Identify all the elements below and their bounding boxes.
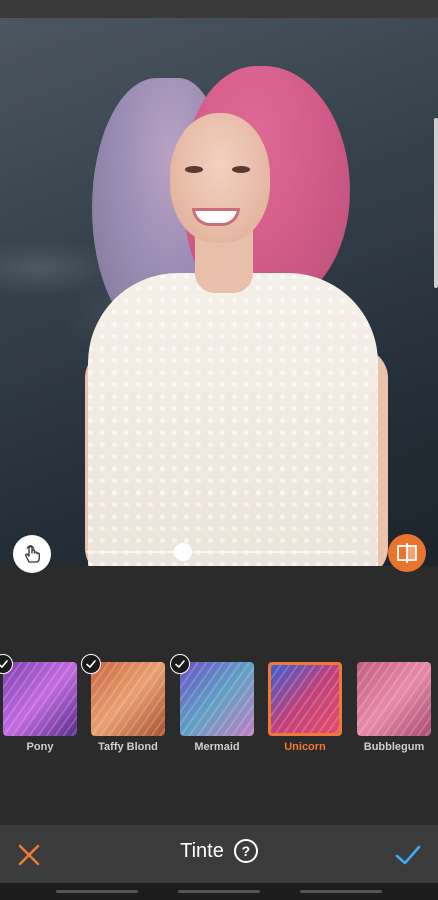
- swatch-item-pony[interactable]: Pony: [0, 654, 77, 753]
- swatch-thumbnail[interactable]: [268, 662, 342, 736]
- applied-check-icon: [0, 654, 13, 674]
- swatch-label: Mermaid: [194, 741, 240, 753]
- screen-title: Tinte: [180, 839, 224, 862]
- swatch-item-unicorn[interactable]: Unicorn: [268, 662, 342, 753]
- touch-hand-button[interactable]: [13, 535, 51, 573]
- swatch-label: Unicorn: [284, 741, 326, 753]
- swatch-item-taffy-blond[interactable]: Taffy Blond: [81, 654, 165, 753]
- help-icon[interactable]: ?: [233, 839, 258, 863]
- system-nav-bar: [0, 883, 438, 900]
- swatch-thumbnail[interactable]: [0, 654, 77, 736]
- swatch-thumbnail[interactable]: [170, 654, 254, 736]
- touch-hand-icon: [25, 545, 40, 563]
- applied-check-icon: [81, 654, 101, 674]
- nav-home[interactable]: [178, 890, 260, 893]
- intensity-slider-track[interactable]: [86, 551, 354, 553]
- intensity-slider-thumb[interactable]: [174, 543, 192, 561]
- compare-button[interactable]: [388, 534, 426, 572]
- eye-right: [232, 166, 250, 173]
- nav-recents[interactable]: [56, 890, 138, 893]
- swatch-label: Taffy Blond: [98, 741, 158, 753]
- eye-left: [185, 166, 203, 173]
- swatch-thumbnail[interactable]: [357, 662, 431, 736]
- tint-carousel[interactable]: Pony Taffy Blond Mermaid Unicorn Bubblegum: [0, 654, 438, 762]
- dress: [88, 273, 378, 566]
- photo-preview[interactable]: [0, 18, 438, 566]
- scroll-thumb[interactable]: [434, 118, 438, 288]
- swatch-label: Pony: [26, 741, 54, 753]
- status-bar: [0, 0, 438, 18]
- check-icon: [395, 845, 421, 865]
- swatch-thumbnail[interactable]: [81, 654, 165, 736]
- confirm-button[interactable]: [394, 842, 422, 868]
- title-group: Tinte ?: [0, 839, 438, 863]
- swatch-label: Bubblegum: [363, 741, 425, 753]
- bottom-toolbar: Tinte ?: [0, 825, 438, 883]
- swatch-item-bubblegum[interactable]: Bubblegum: [357, 662, 431, 753]
- swatch-item-mermaid[interactable]: Mermaid: [170, 654, 254, 753]
- nav-back[interactable]: [300, 890, 382, 893]
- compare-split-icon: [397, 543, 417, 563]
- applied-check-icon: [170, 654, 190, 674]
